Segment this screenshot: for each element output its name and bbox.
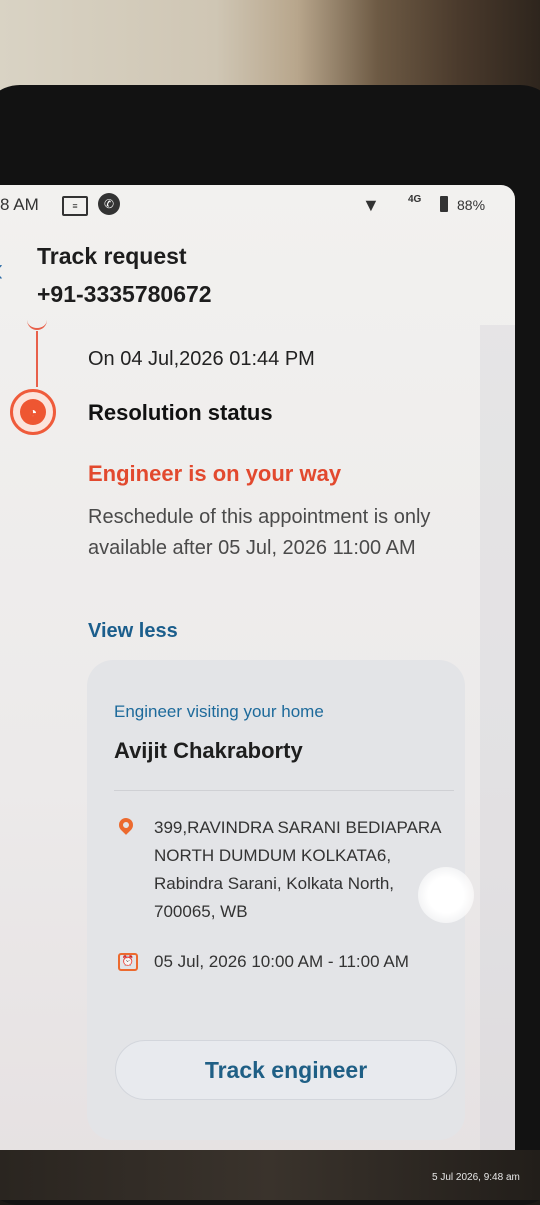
engineer-card-label: Engineer visiting your home <box>114 702 324 721</box>
status-time: 8 AM <box>0 195 39 214</box>
view-less-link[interactable]: View less <box>88 620 178 643</box>
card-divider <box>114 790 454 791</box>
engineer-card: Engineer visiting your home Avijit Chakr… <box>87 660 465 1140</box>
step-title: Resolution status <box>88 400 273 425</box>
calendar-icon: ⏰ <box>118 953 138 971</box>
engineer-name: Avijit Chakraborty <box>114 738 303 763</box>
visit-slot: 05 Jul, 2026 10:00 AM - 11:00 AM <box>154 952 409 971</box>
visit-address: 399,RAVINDRA SARANI BEDIAPARA NORTH DUMD… <box>154 818 441 921</box>
reschedule-note: Reschedule of this appointment is only a… <box>88 506 431 559</box>
phone-icon: ✆ <box>98 193 120 215</box>
back-arrow-icon[interactable]: ‹ <box>0 253 3 287</box>
page-subtitle: +91-3335780672 <box>37 281 212 307</box>
engineer-status: Engineer is on your way <box>88 461 342 486</box>
page-title: Track request <box>37 243 187 269</box>
battery-icon <box>440 196 448 212</box>
message-icon: ≡ <box>62 196 88 216</box>
scroll-edge <box>480 325 515 1170</box>
location-pin-icon <box>116 815 136 835</box>
photo-timestamp: 5 Jul 2026, 9:48 am <box>432 1172 520 1183</box>
timeline-previous-node <box>27 320 47 330</box>
wifi-icon: ▼ <box>362 195 380 215</box>
phone-screen: 8 AM ≡ ✆ ▼ 4G 88% ‹ Track request +91-33… <box>0 185 515 1170</box>
battery-level: 88% <box>457 197 486 213</box>
signal-icon: 4G <box>408 194 422 205</box>
timeline-connector <box>36 331 38 387</box>
track-engineer-button[interactable]: Track engineer <box>115 1040 457 1100</box>
clock-inner: ◔ <box>20 399 46 425</box>
clock-icon: ◔ <box>10 389 56 435</box>
status-bar: 8 AM ≡ ✆ ▼ 4G 88% <box>0 185 515 227</box>
camera-flash-glare <box>418 867 474 923</box>
timeline-timestamp: On 04 Jul,2026 01:44 PM <box>88 348 315 370</box>
